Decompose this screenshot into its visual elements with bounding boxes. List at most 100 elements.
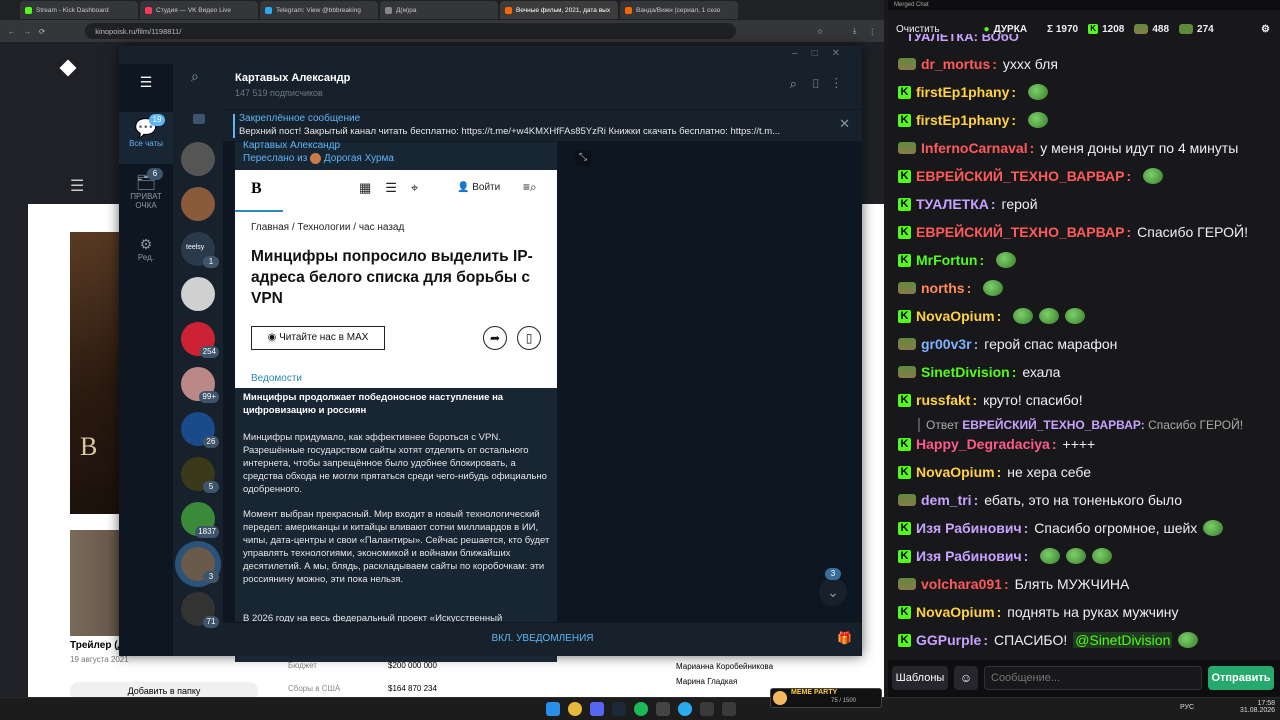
- gift-icon[interactable]: 🎁: [837, 631, 852, 645]
- archive-icon[interactable]: [193, 114, 205, 124]
- chat-message[interactable]: K MrFortun:: [898, 252, 1270, 268]
- app-icon[interactable]: [722, 702, 736, 716]
- chat-message[interactable]: Krussfakt: круто! спасибо!: [898, 392, 1270, 408]
- back-icon[interactable]: ←: [8, 27, 16, 36]
- chat-username[interactable]: norths: [921, 280, 965, 296]
- clock[interactable]: 17:58 31.08.2026: [1240, 700, 1275, 714]
- article-preview[interactable]: B ▦☰⌖ 👤 Войти ≡⌕ Главная / Технологии / …: [235, 170, 557, 388]
- chat-message[interactable]: SinetDivision: ехала: [898, 364, 1270, 380]
- steam-icon[interactable]: [612, 702, 626, 716]
- chat-username[interactable]: volchara091: [921, 576, 1002, 592]
- chat-avatar[interactable]: teelsy 1: [181, 232, 219, 268]
- chat-username[interactable]: NovaOpium: [916, 464, 995, 480]
- chat-username[interactable]: russfakt: [916, 392, 970, 408]
- chat-username[interactable]: NovaOpium: [916, 604, 995, 620]
- send-button[interactable]: Отправить: [1208, 666, 1274, 690]
- window-controls[interactable]: –□✕: [792, 48, 854, 59]
- browser-tab[interactable]: Д(м)ра: [380, 1, 498, 19]
- article-source[interactable]: Ведомости: [235, 370, 557, 388]
- browser-tab[interactable]: Stream - Kick Dashboard: [20, 1, 138, 19]
- menu-icon[interactable]: ⋮: [869, 27, 877, 36]
- start-icon[interactable]: [546, 702, 560, 716]
- chat-message[interactable]: K ЕВРЕЙСКИЙ_ТЕХНО_ВАРВАР: Спасибо ГЕРОЙ!: [898, 224, 1270, 240]
- chat-avatar[interactable]: 26: [181, 412, 219, 448]
- telegram-icon[interactable]: [678, 702, 692, 716]
- chat-username[interactable]: dr_mortus: [921, 56, 990, 72]
- chat-message[interactable]: K ЕВРЕЙСКИЙ_ТЕХНО_ВАРВАР:: [898, 168, 1270, 184]
- message-input[interactable]: [984, 666, 1202, 690]
- chat-avatar[interactable]: 254: [181, 322, 219, 358]
- chat-username[interactable]: Изя Рабинович: [916, 548, 1022, 564]
- chat-message[interactable]: dem_tri: ебать, это на тоненького было: [898, 492, 1270, 508]
- settings-icon[interactable]: ⚙: [1261, 24, 1270, 35]
- chat-message[interactable]: norths:: [898, 280, 1270, 296]
- chat-message[interactable]: K Изя Рабинович: Спасибо огромное, шейх: [898, 520, 1270, 536]
- pinned-message[interactable]: Закреплённое сообщение Верхний пост! Зак…: [223, 110, 862, 142]
- chat-username[interactable]: Happy_Degradaciya: [916, 436, 1050, 452]
- browser-tab[interactable]: Telegram: View @bbbreaking: [260, 1, 378, 19]
- chat-avatar[interactable]: [181, 142, 215, 176]
- reload-icon[interactable]: ⟳: [39, 27, 45, 36]
- templates-button[interactable]: Шаблоны: [892, 666, 948, 690]
- chat-avatar[interactable]: 3: [181, 547, 219, 583]
- chat-avatar[interactable]: 5: [181, 457, 219, 493]
- discord-icon[interactable]: [590, 702, 604, 716]
- chat-username[interactable]: ЕВРЕЙСКИЙ_ТЕХНО_ВАРВАР: [916, 224, 1125, 240]
- browser-tab[interactable]: Вечные фильм, 2021, дата вых: [500, 1, 618, 19]
- chat-message[interactable]: K Happy_Degradaciya: ++++: [898, 436, 1270, 452]
- chat-message[interactable]: K NovaOpium: поднять на руках мужчину: [898, 604, 1270, 620]
- chat-avatar[interactable]: 99+: [181, 367, 219, 403]
- cast-name[interactable]: Марина Гладкая: [676, 677, 737, 686]
- folder-private[interactable]: 🗂 ПРИВАТ ОЧКА 6: [119, 168, 173, 210]
- search-icon[interactable]: ⌕: [191, 68, 199, 85]
- chat-avatar[interactable]: 71: [181, 592, 219, 628]
- chat-message[interactable]: KfirstEp1phany:: [898, 112, 1270, 128]
- chat-username[interactable]: ЕВРЕЙСКИЙ_ТЕХНО_ВАРВАР: [916, 168, 1125, 184]
- chat-message[interactable]: K NovaOpium: не хера себе: [898, 464, 1270, 480]
- header-actions[interactable]: ⌕▯⋮: [790, 76, 852, 92]
- chat-message[interactable]: dr_mortus: уххх бля: [898, 56, 1270, 72]
- notifications-button[interactable]: ВКЛ. УВЕДОМЛЕНИЯ: [223, 633, 862, 644]
- cast-name[interactable]: Марианна Коробейникова: [676, 662, 773, 671]
- browser-tab[interactable]: Студия — VK Видео Live: [140, 1, 258, 19]
- browser-tab[interactable]: Ванда/Вижн (сериал, 1 сезо: [620, 1, 738, 19]
- chat-avatar[interactable]: [181, 277, 215, 311]
- app-icon[interactable]: [700, 702, 714, 716]
- channel-header[interactable]: Картавых Александр 147 519 подписчиков ⌕…: [223, 64, 862, 110]
- chat-username[interactable]: dem_tri: [921, 492, 972, 508]
- chat-username[interactable]: GGPurple: [916, 632, 981, 648]
- forward-icon[interactable]: →: [24, 27, 32, 36]
- chat-avatar[interactable]: 1837: [181, 502, 219, 538]
- star-icon[interactable]: ☆: [816, 27, 823, 36]
- emoji-icon[interactable]: ☺: [954, 666, 978, 690]
- chat-avatar[interactable]: [181, 187, 215, 221]
- chat-username[interactable]: InfernoCarnaval: [921, 140, 1028, 156]
- notifications-bar[interactable]: ВКЛ. УВЕДОМЛЕНИЯ 🎁: [223, 622, 862, 656]
- chat-message[interactable]: K ТУАЛЕТКА: герой: [898, 196, 1270, 212]
- collapse-icon[interactable]: ⤡: [575, 150, 591, 166]
- trailer-label[interactable]: Трейлер (д: [70, 640, 124, 651]
- obs-icon[interactable]: [656, 702, 670, 716]
- folder-edit[interactable]: ⚙ Ред.: [119, 236, 173, 262]
- chat-message[interactable]: K NovaOpium:: [898, 308, 1270, 324]
- post-author[interactable]: Картавых Александр: [243, 140, 340, 151]
- scroll-down-button[interactable]: ⌄: [819, 578, 847, 606]
- chat-message[interactable]: gr00v3r: герой спас марафон: [898, 336, 1270, 352]
- chat-username[interactable]: firstEp1phany: [916, 112, 1009, 128]
- close-icon[interactable]: ✕: [839, 116, 850, 132]
- chat-mention[interactable]: @SinetDivision: [1073, 632, 1173, 648]
- chat-message[interactable]: InfernoCarnaval: у меня доны идут по 4 ми…: [898, 140, 1270, 156]
- chat-username[interactable]: SinetDivision: [921, 364, 1010, 380]
- language-indicator[interactable]: РУС: [1180, 704, 1194, 711]
- folder-all-chats[interactable]: 💬 Все чаты 19: [119, 112, 173, 164]
- chrome-icon[interactable]: [568, 702, 582, 716]
- chat-username[interactable]: MrFortun: [916, 252, 977, 268]
- chat-message[interactable]: K GGPurple: СПАСИБО! @SinetDivision: [898, 632, 1270, 648]
- chat-message[interactable]: K Изя Рабинович:: [898, 548, 1270, 564]
- forwarded-line[interactable]: Переслано из Дорогая Хурма: [243, 153, 394, 164]
- hamburger-icon[interactable]: ☰: [70, 176, 84, 196]
- chat-username[interactable]: gr00v3r: [921, 336, 972, 352]
- chat-username[interactable]: NovaOpium: [916, 308, 995, 324]
- chat-message[interactable]: volchara091: Блять МУЖЧИНА: [898, 576, 1270, 592]
- menu-icon[interactable]: ☰: [119, 74, 173, 91]
